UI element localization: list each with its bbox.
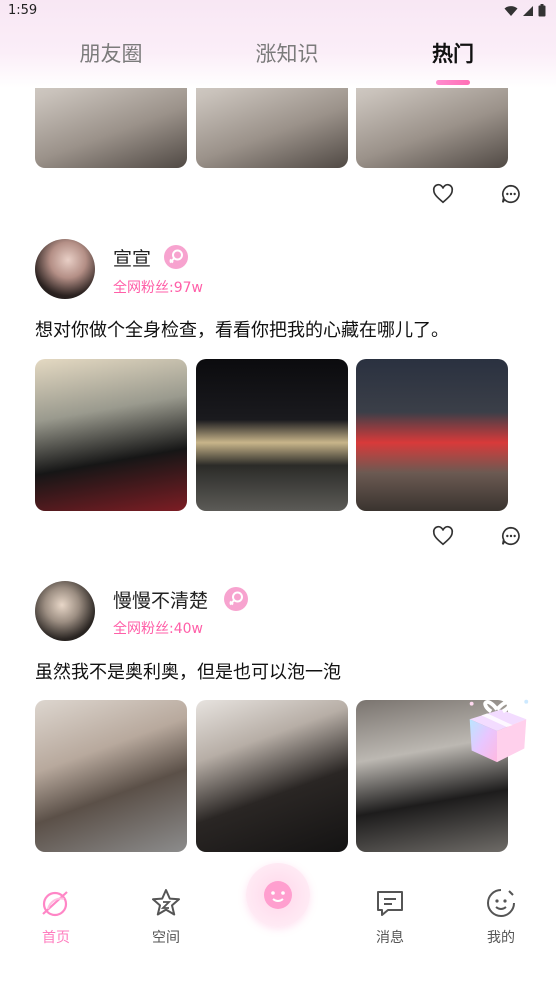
status-time: 1:59 [8, 3, 38, 18]
wifi-icon [504, 5, 518, 16]
post-image[interactable] [35, 700, 187, 852]
nav-messages-label: 消息 [376, 930, 404, 946]
tab-popular[interactable]: 热门 [393, 38, 513, 68]
female-badge-icon [224, 587, 248, 611]
followers-count: 全网粉丝:40w [113, 621, 203, 637]
post-text: 虽然我不是奥利奥，但是也可以泡一泡 [35, 662, 341, 683]
smile-face-icon [264, 881, 292, 909]
post-image[interactable] [196, 700, 348, 852]
top-tabs: 朋友圈 涨知识 热门 [0, 32, 556, 85]
username[interactable]: 慢慢不清楚 [113, 586, 208, 613]
female-badge-icon [164, 245, 188, 269]
post-image[interactable] [196, 88, 348, 168]
active-tab-indicator [436, 80, 470, 85]
nav-space-label: 空间 [152, 930, 180, 946]
post-image[interactable] [35, 359, 187, 511]
profile-icon [487, 889, 515, 917]
bottom-nav: 首页 空间 消息 我的 [0, 863, 556, 988]
post-image[interactable] [196, 359, 348, 511]
status-bar: 1:59 [0, 0, 556, 24]
nav-messages[interactable]: 消息 [350, 887, 430, 947]
center-action-button[interactable] [246, 863, 310, 927]
home-icon [42, 891, 68, 917]
username[interactable]: 宣宣 [113, 244, 151, 271]
avatar[interactable] [35, 239, 95, 299]
nav-home-label: 首页 [42, 930, 70, 946]
like-heart-icon[interactable] [432, 525, 454, 547]
signal-icon [523, 5, 533, 16]
gift-box-icon[interactable] [458, 690, 536, 768]
post-image[interactable] [356, 359, 508, 511]
followers-count: 全网粉丝:97w [113, 280, 203, 296]
tab-knowledge[interactable]: 涨知识 [227, 38, 347, 68]
comment-icon[interactable] [500, 183, 522, 205]
nav-space[interactable]: 空间 [126, 887, 206, 947]
comment-icon[interactable] [500, 525, 522, 547]
status-icons [504, 4, 546, 17]
post-image[interactable] [356, 88, 508, 168]
nav-home[interactable]: 首页 [16, 887, 96, 947]
post-text: 想对你做个全身检查，看看你把我的心藏在哪儿了。 [35, 320, 449, 341]
avatar[interactable] [35, 581, 95, 641]
nav-profile-label: 我的 [487, 930, 515, 946]
like-heart-icon[interactable] [432, 183, 454, 205]
nav-profile[interactable]: 我的 [461, 887, 541, 947]
message-icon [377, 891, 403, 916]
tab-friends[interactable]: 朋友圈 [51, 38, 171, 68]
top-header: 1:59 朋友圈 涨知识 热门 [0, 0, 556, 88]
star-icon [152, 889, 180, 916]
battery-icon [538, 4, 546, 17]
post-image[interactable] [35, 88, 187, 168]
